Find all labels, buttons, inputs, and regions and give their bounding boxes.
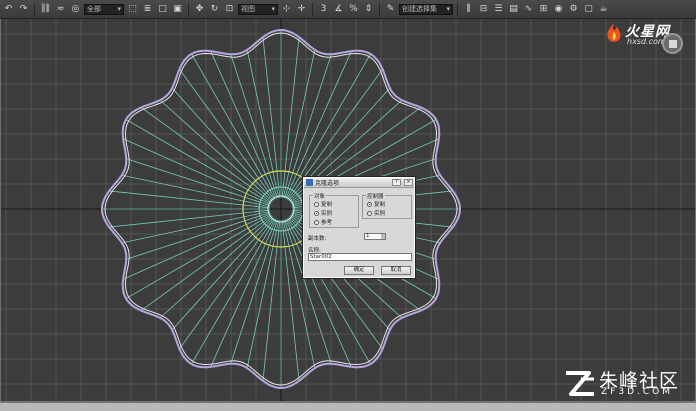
layer-manager-icon[interactable]: ☰: [492, 3, 505, 16]
rendered-frame-icon[interactable]: ▢: [582, 3, 595, 16]
toolbar-divider: [312, 2, 313, 16]
select-by-name-icon[interactable]: ≣: [141, 3, 154, 16]
angle-snap-icon[interactable]: ∡: [332, 3, 345, 16]
copies-value: 1: [366, 233, 370, 239]
object-copy-radio[interactable]: 复制: [314, 200, 332, 208]
snap-toggle-icon[interactable]: 3: [317, 3, 330, 16]
radio-label: 复制: [321, 202, 333, 208]
align-icon[interactable]: ⊟: [477, 3, 490, 16]
copies-label: 副本数:: [308, 236, 327, 242]
zf3d-logo-icon: [566, 371, 594, 396]
select-rotate-icon[interactable]: ↻: [208, 3, 221, 16]
zf3d-watermark: 朱峰社区 ZF3D.COM: [561, 366, 693, 400]
radio-indicator: [367, 201, 372, 207]
select-scale-icon[interactable]: ⊡: [223, 3, 236, 16]
named-selection-dropdown[interactable]: 创建选择集 ▾: [399, 3, 453, 15]
object-group: 对象 复制 实例 参考: [309, 192, 359, 228]
render-setup-icon[interactable]: ⚙: [567, 3, 580, 16]
mirror-icon[interactable]: ⫼: [462, 3, 475, 16]
spinner-snap-icon[interactable]: ⇕: [362, 3, 375, 16]
toolbar-divider: [34, 2, 35, 16]
name-input[interactable]: Star002: [308, 253, 412, 261]
schematic-view-icon[interactable]: ⊞: [537, 3, 550, 16]
chevron-down-icon: ▾: [271, 4, 275, 13]
object-instance-radio[interactable]: 实例: [314, 209, 332, 217]
object-reference-radio[interactable]: 参考: [314, 218, 332, 226]
clone-options-dialog: 克隆选项 ? × 对象 复制 实例 参考 控制器 复制 实例 副本数: 1 名称…: [303, 177, 415, 278]
select-move-icon[interactable]: ✥: [193, 3, 206, 16]
named-selection-value: 创建选择集: [402, 4, 437, 13]
chevron-down-icon: ▾: [117, 4, 121, 13]
reference-coordinate-dropdown[interactable]: 视图 ▾: [238, 3, 278, 15]
time-ruler[interactable]: [0, 402, 696, 411]
graphite-tools-icon[interactable]: ▤: [507, 3, 520, 16]
controller-group: 控制器 复制 实例: [362, 192, 412, 219]
reference-coordinate-value: 视图: [241, 4, 255, 13]
radio-indicator: [314, 219, 319, 225]
viewcube-home-button[interactable]: [662, 33, 683, 54]
radio-label: 复制: [374, 202, 386, 208]
spinner-arrows-icon[interactable]: [381, 234, 385, 239]
toolbar-divider: [457, 2, 458, 16]
radio-label: 参考: [321, 220, 333, 226]
controller-group-label: 控制器: [366, 192, 385, 200]
toolbar-divider: [188, 2, 189, 16]
rectangular-selection-icon[interactable]: □: [156, 3, 169, 16]
bind-spacewarp-icon[interactable]: ◎: [69, 3, 82, 16]
hxsd-url: hxsd.com: [627, 37, 666, 46]
app-icon: [306, 179, 313, 186]
select-manipulate-icon[interactable]: ✛: [295, 3, 308, 16]
zf3d-url: ZF3D.COM: [601, 387, 673, 397]
unlink-icon[interactable]: ≈: [54, 3, 67, 16]
render-production-icon[interactable]: ☕: [597, 3, 610, 16]
edit-named-selection-icon[interactable]: ✎: [384, 3, 397, 16]
selection-filter-dropdown[interactable]: 全部 ▾: [84, 3, 124, 15]
curve-editor-icon[interactable]: ∿: [522, 3, 535, 16]
select-object-icon[interactable]: ⬚: [126, 3, 139, 16]
toolbar-divider: [379, 2, 380, 16]
pivot-center-icon[interactable]: ⊹: [280, 3, 293, 16]
perspective-viewport[interactable]: 火星网 hxsd.com 朱峰社区 ZF3D.COM 克隆选项 ? × 对象 复…: [0, 19, 696, 402]
chevron-down-icon: ▾: [446, 4, 450, 13]
material-editor-icon[interactable]: ◉: [552, 3, 565, 16]
radio-label: 实例: [321, 211, 333, 217]
controller-copy-radio[interactable]: 复制: [367, 200, 385, 208]
radio-indicator: [314, 210, 319, 216]
object-group-label: 对象: [313, 192, 327, 200]
controller-instance-radio[interactable]: 实例: [367, 209, 385, 217]
select-link-icon[interactable]: ⛓: [39, 3, 52, 16]
stop-square-icon: [668, 39, 677, 48]
close-button[interactable]: ×: [404, 179, 413, 186]
radio-label: 实例: [374, 211, 386, 217]
selection-filter-value: 全部: [87, 4, 101, 13]
cancel-button[interactable]: 取消: [381, 266, 411, 275]
main-toolbar: ↶ ↷ ⛓ ≈ ◎ 全部 ▾ ⬚ ≣ □ ▣ ✥ ↻ ⊡ 视图 ▾ ⊹ ✛ 3 ∡ …: [0, 0, 696, 19]
help-button[interactable]: ?: [392, 179, 401, 186]
radio-indicator: [367, 210, 372, 216]
window-crossing-icon[interactable]: ▣: [171, 3, 184, 16]
dialog-title: 克隆选项: [315, 180, 340, 187]
dialog-titlebar[interactable]: 克隆选项 ? ×: [304, 178, 414, 188]
ok-button[interactable]: 确定: [344, 266, 374, 275]
copies-spinner[interactable]: 1: [364, 233, 386, 240]
undo-icon[interactable]: ↶: [2, 3, 15, 16]
redo-icon[interactable]: ↷: [17, 3, 30, 16]
radio-indicator: [314, 201, 319, 207]
flame-logo-icon: [607, 23, 621, 42]
percent-snap-icon[interactable]: %: [347, 3, 360, 16]
